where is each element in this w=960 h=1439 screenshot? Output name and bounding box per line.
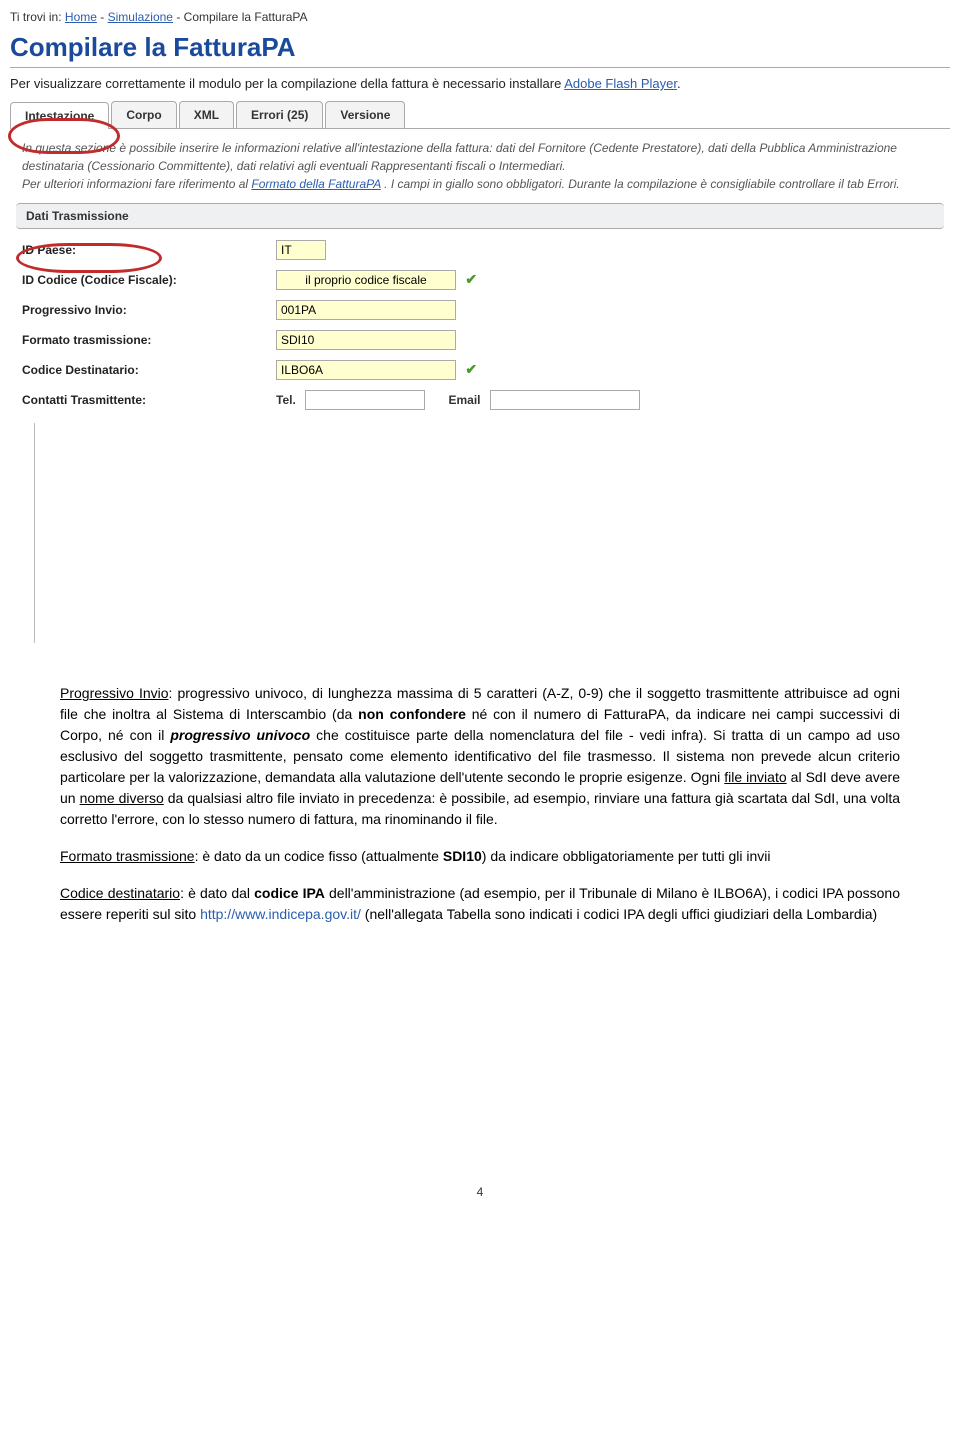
breadcrumb-current: Compilare la FatturaPA — [184, 10, 308, 24]
flash-link[interactable]: Adobe Flash Player — [564, 76, 677, 91]
section-header-trasmissione[interactable]: Dati Trasmissione — [16, 203, 944, 229]
page-title: Compilare la FatturaPA — [10, 32, 950, 68]
tabs: Intestazione Corpo XML Errori (25) Versi… — [10, 101, 950, 129]
page-number: 4 — [0, 1185, 960, 1219]
form-dati-trasmissione: ID Paese: ID Codice (Codice Fiscale): ✔ … — [10, 235, 950, 415]
breadcrumb: Ti trovi in: Home - Simulazione - Compil… — [10, 6, 950, 28]
input-email[interactable] — [490, 390, 640, 410]
tab-versione[interactable]: Versione — [325, 101, 405, 128]
install-note: Per visualizzare correttamente il modulo… — [10, 76, 950, 97]
left-vertical-rule — [34, 423, 950, 643]
breadcrumb-prefix: Ti trovi in: — [10, 10, 65, 24]
label-cod-dest: Codice Destinatario: — [10, 355, 264, 385]
tab-corpo[interactable]: Corpo — [111, 101, 176, 128]
input-cod-dest[interactable] — [276, 360, 456, 380]
tab-errori[interactable]: Errori (25) — [236, 101, 323, 128]
label-formato: Formato trasmissione: — [10, 325, 264, 355]
indicepa-link[interactable]: http://www.indicepa.gov.it/ — [200, 906, 361, 922]
input-formato[interactable] — [276, 330, 456, 350]
breadcrumb-home[interactable]: Home — [65, 10, 97, 24]
input-progressivo[interactable] — [276, 300, 456, 320]
label-id-paese: ID Paese: — [10, 235, 264, 265]
section-description: In questa sezione è possibile inserire l… — [10, 129, 950, 203]
check-icon: ✔ — [459, 271, 477, 287]
formato-link[interactable]: Formato della FatturaPA — [251, 177, 380, 191]
label-contatti: Contatti Trasmittente: — [10, 385, 264, 415]
tab-intestazione[interactable]: Intestazione — [10, 102, 109, 129]
document-body: Progressivo Invio: progressivo univoco, … — [0, 643, 960, 925]
label-tel: Tel. — [276, 393, 302, 407]
input-id-codice[interactable] — [276, 270, 456, 290]
label-email: Email — [428, 393, 486, 407]
breadcrumb-sim[interactable]: Simulazione — [108, 10, 173, 24]
label-id-codice: ID Codice (Codice Fiscale): — [10, 265, 264, 295]
check-icon: ✔ — [459, 361, 477, 377]
input-tel[interactable] — [305, 390, 425, 410]
tab-xml[interactable]: XML — [179, 101, 234, 128]
input-id-paese[interactable] — [276, 240, 326, 260]
label-progressivo: Progressivo Invio: — [10, 295, 264, 325]
